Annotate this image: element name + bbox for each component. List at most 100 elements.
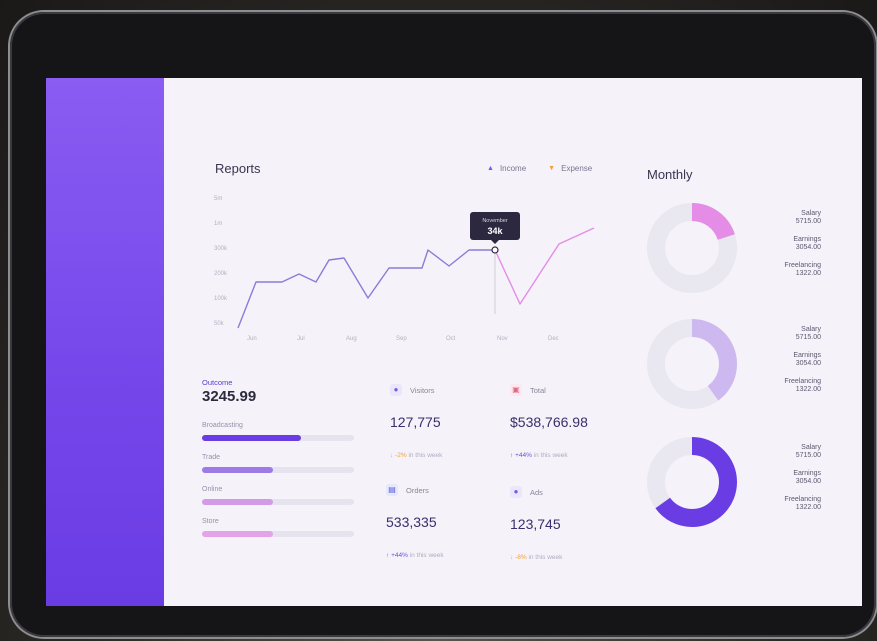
trend-value: +44% (515, 452, 532, 459)
legend-label: Earnings (793, 236, 821, 243)
bar-track (202, 467, 354, 473)
donut-legend: Salary 5715.00 Earnings 3054.00 Freelancin… (784, 444, 821, 522)
cart-icon: ▣ (510, 384, 522, 396)
bar-track (202, 499, 354, 505)
tooltip-label: November (482, 218, 508, 224)
bar-store: Store (202, 518, 354, 537)
y-tick: 100k (214, 296, 228, 302)
legend-label: Freelancing (784, 378, 821, 385)
trend-up-icon: ↑ (510, 452, 514, 459)
clipboard-icon: ▤ (386, 484, 398, 496)
y-tick: 50k (214, 321, 225, 327)
legend-value: 1322.00 (795, 270, 821, 277)
donut-legend: Salary 5715.00 Earnings 3054.00 Freelancin… (784, 326, 821, 404)
trend-text: in this week (408, 452, 443, 459)
x-tick: Jun (247, 336, 257, 342)
x-tick: Oct (446, 336, 456, 342)
reports-title: Reports (215, 161, 261, 176)
bar-label: Trade (202, 454, 221, 461)
bar-trade: Trade (202, 454, 354, 473)
legend-entry: Salary 5715.00 (784, 444, 821, 460)
bar-fill (202, 531, 274, 537)
legend-value: 1322.00 (795, 504, 821, 511)
trend-value: -8% (515, 554, 527, 561)
legend-label: Salary (801, 210, 821, 217)
legend-entry: Earnings 3054.00 (784, 236, 821, 252)
x-tick: Jul (297, 336, 305, 342)
legend-entry: Earnings 3054.00 (784, 352, 821, 368)
outcome-panel: Outcome 3245.99 Broadcasting Trade Onlin… (202, 374, 362, 554)
card-label: Ads (530, 488, 543, 497)
reports-line-chart[interactable]: 5m 1m 300k 200k 100k 50k Jun Jul Aug Sep… (204, 186, 624, 346)
card-label: Visitors (410, 386, 435, 395)
reports-panel: Reports ▲ Income ▼ Expense 5m 1m 300k 20… (164, 78, 629, 358)
bar-fill (202, 435, 301, 441)
legend-value: 5715.00 (795, 334, 821, 341)
bar-label: Broadcasting (202, 422, 243, 429)
trend-up-icon: ↑ (386, 552, 390, 559)
card-label: Total (530, 386, 546, 395)
dashboard-main: Reports ▲ Income ▼ Expense 5m 1m 300k 20… (164, 78, 862, 606)
legend-label: Earnings (793, 352, 821, 359)
legend-entry: Freelancing 1322.00 (784, 496, 821, 512)
legend-entry: Salary 5715.00 (784, 326, 821, 342)
donut-chart[interactable] (642, 432, 742, 532)
monthly-donut-row: Salary 5715.00 Earnings 3054.00 Freelancin… (642, 432, 857, 532)
legend-income-label: Income (499, 164, 527, 173)
legend-expense[interactable]: ▼ Expense (548, 164, 592, 173)
legend-income[interactable]: ▲ Income (487, 164, 526, 173)
trend-value: -2% (395, 452, 407, 459)
income-line (237, 249, 495, 329)
total-card[interactable]: ▣ Total $538,766.98 ↑ +44% in this week (510, 384, 622, 470)
x-tick: Dec (548, 336, 559, 342)
trend-text: in this week (533, 452, 568, 459)
trend-value: +44% (391, 552, 408, 559)
legend-entry: Freelancing 1322.00 (784, 262, 821, 278)
orders-card[interactable]: ▤ Orders 533,335 ↑ +44% in this week (386, 484, 498, 570)
legend-label: Freelancing (784, 496, 821, 503)
card-value: $538,766.98 (510, 414, 588, 430)
bar-broadcasting: Broadcasting (202, 422, 354, 441)
card-trend: ↑ +44% in this week (386, 552, 444, 559)
y-tick: 5m (214, 196, 222, 202)
income-marker-icon: ▲ (487, 165, 494, 172)
bar-fill (202, 499, 274, 505)
card-value: 127,775 (390, 414, 441, 430)
card-trend: ↓ -2% in this week (390, 452, 442, 459)
ads-card[interactable]: ● Ads 123,745 ↓ -8% in this week (510, 486, 622, 572)
legend-value: 3054.00 (795, 478, 821, 485)
tooltip-value: 34k (487, 226, 503, 236)
x-tick: Nov (497, 336, 508, 342)
card-trend: ↑ +44% in this week (510, 452, 568, 459)
sidebar (46, 78, 164, 606)
card-value: 533,335 (386, 514, 437, 530)
monthly-donut-row: Salary 5715.00 Earnings 3054.00 Freelancin… (642, 314, 857, 414)
outcome-label: Outcome (202, 378, 233, 387)
legend-entry: Salary 5715.00 (784, 210, 821, 226)
y-tick: 1m (214, 221, 222, 227)
bar-track (202, 435, 354, 441)
tooltip-point[interactable] (491, 246, 499, 254)
visitors-card[interactable]: ● Visitors 127,775 ↓ -2% in this week (390, 384, 502, 470)
legend-expense-label: Expense (561, 164, 593, 173)
trend-text: in this week (528, 554, 563, 561)
bar-track (202, 531, 354, 537)
outcome-value: 3245.99 (202, 388, 257, 405)
legend-label: Salary (801, 444, 821, 451)
legend-value: 3054.00 (795, 244, 821, 251)
legend-label: Earnings (793, 470, 821, 477)
user-icon: ● (390, 384, 402, 396)
tooltip-pointer (491, 240, 499, 244)
bar-label: Online (202, 486, 223, 493)
x-tick: Aug (346, 336, 357, 342)
card-trend: ↓ -8% in this week (510, 554, 562, 561)
bar-fill (202, 467, 274, 473)
donut-chart[interactable] (642, 314, 742, 414)
bar-online: Online (202, 486, 354, 505)
expense-marker-icon: ▼ (548, 165, 556, 172)
trend-text: in this week (409, 552, 444, 559)
tablet-bezel: Reports ▲ Income ▼ Expense 5m 1m 300k 20… (10, 12, 876, 637)
donut-chart[interactable] (642, 198, 742, 298)
y-tick: 200k (214, 271, 228, 277)
legend-value: 5715.00 (795, 218, 821, 225)
